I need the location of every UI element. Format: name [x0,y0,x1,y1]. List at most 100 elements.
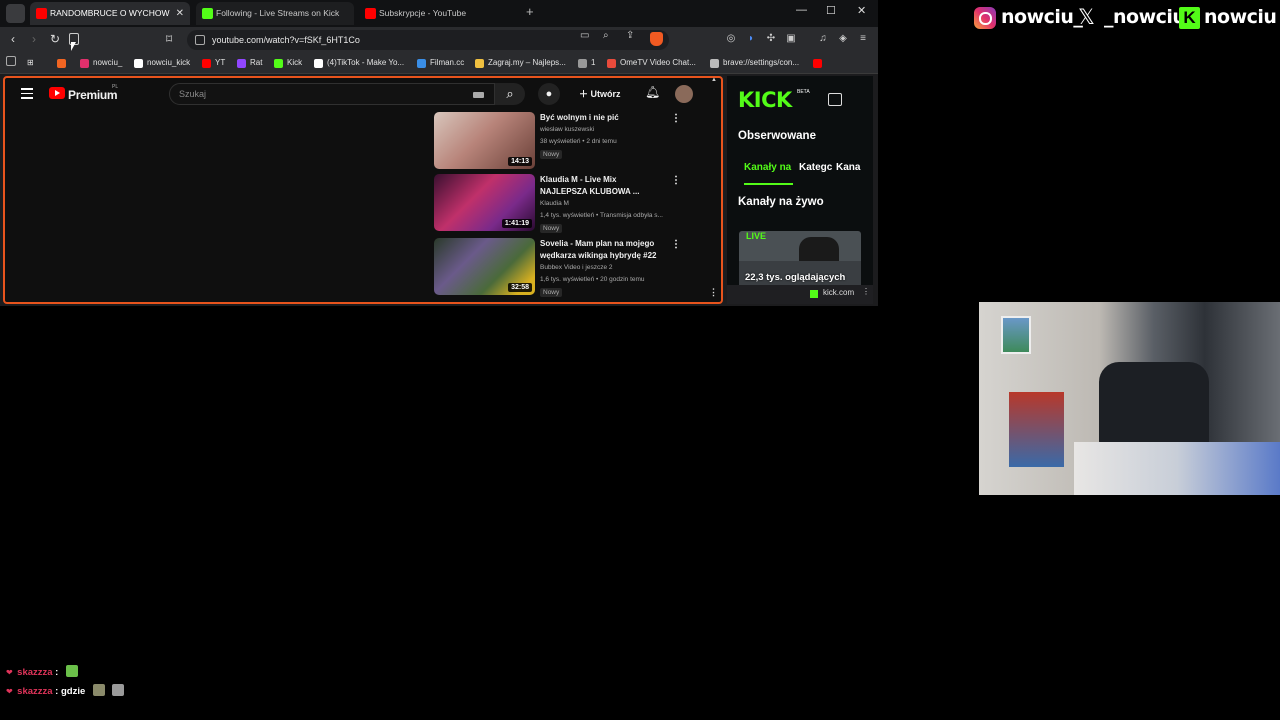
youtube-logo-icon[interactable] [49,87,65,99]
extensions-icon[interactable]: ✣ [765,33,777,45]
microphone-icon[interactable]: ● [538,83,560,105]
bookmark-item[interactable]: Kick [274,56,302,70]
cast-icon[interactable]: ▭ [580,30,589,41]
share-icon[interactable]: ⇪ [626,30,634,41]
emote-icon [92,683,105,696]
youtube-brand[interactable]: Premium [68,88,118,102]
video-thumbnail[interactable]: 32:58 [434,238,535,295]
more-options-icon[interactable]: ⋮ [671,113,681,124]
close-tab-icon[interactable]: ✕ [176,2,184,25]
bookmark-item[interactable]: Zagraj.my – Najleps... [475,56,566,70]
browser-window: RANDOMBRUCE O WYCHOW ✕ Following - Live … [0,0,878,306]
tab-categories[interactable]: Kategc [799,162,832,173]
keyboard-icon[interactable] [473,92,484,98]
tab-youtube-subscriptions[interactable]: Subskrypcje - YouTube [359,2,517,25]
bookmark-item[interactable]: OmeTV Video Chat... [607,56,696,70]
panel-footer: kick.com ⋮ [727,285,873,304]
heart-icon: ❤ [6,687,13,696]
sidebar-more-icon[interactable]: ⋮ [709,287,718,298]
tab-live-channels[interactable]: Kanały na [744,162,791,173]
tab-youtube-video[interactable]: RANDOMBRUCE O WYCHOW ✕ [30,2,190,25]
brave-shields-icon[interactable] [650,32,663,46]
youtube-icon [365,8,376,19]
media-icon[interactable]: ♫ [817,33,829,45]
video-thumbnail[interactable]: 1:41:19 [434,174,535,231]
bookmark-item[interactable]: 1 [578,56,595,70]
kick-small-icon [810,290,818,298]
bookmarks-sidebar-icon[interactable] [6,56,16,71]
video-item[interactable]: 1:41:19 Klaudia M - Live Mix NAJLEPSZA K… [434,174,704,233]
create-button[interactable]: ＋ Utwórz [579,87,621,100]
bookmarks-bar: ⊞ nowciu_ nowciu_kick YT Rat Kick (4)Tik… [0,53,878,74]
youtube-audio-icon [36,8,47,19]
emote-icon [65,664,78,677]
live-stream-card[interactable]: LIVE 22,3 tys. oglądających [739,231,861,293]
vpn-icon[interactable]: ◈ [837,33,849,45]
live-channels-heading: Kanały na żywo [738,196,824,208]
scroll-up-icon[interactable]: ▲ [711,77,717,83]
active-tab-indicator [744,183,793,185]
stream-canvas: RANDOMBRUCE O WYCHOW ✕ Following - Live … [0,0,1280,720]
tab-kick-following[interactable]: Following - Live Streams on Kick [196,2,354,25]
menu-icon[interactable]: ≡ [857,33,869,45]
youtube-page: Premium PL Szukaj ⌕ ● ＋ Utwórz 🔔︎ 14:13 … [3,76,723,304]
kick-logo[interactable]: KICK [738,88,792,112]
search-input[interactable]: Szukaj [169,83,495,105]
forward-icon[interactable]: › [32,32,36,46]
x-handle: _nowciu [1104,6,1186,28]
search-button[interactable]: ⌕ [495,83,525,105]
more-options-icon[interactable]: ⋮ [671,239,681,250]
webcam-feed [979,302,1280,495]
chat-message: ❤ skazzza : [6,662,78,680]
tab-bar: RANDOMBRUCE O WYCHOW ✕ Following - Live … [0,0,878,27]
heart-icon: ❤ [6,668,13,677]
bookmark-item[interactable]: nowciu_kick [134,56,190,70]
bookmark-icon[interactable]: ⌑ [166,32,172,46]
kick-sidebar-panel: KICK BETA Obserwowane Kanały na Kategc K… [727,76,873,304]
emote-icon [112,683,125,696]
more-options-icon[interactable]: ⋮ [862,287,870,296]
minimize-button[interactable]: — [796,4,807,16]
toolbar: ‹ › ↻ ⌑ youtube.com/watch?v=fSKf_6HT1Co … [0,27,878,53]
audio-extension-icon[interactable]: ◗ [745,33,757,45]
video-item[interactable]: 32:58 Sovelia - Mam plan na mojego wędka… [434,238,704,297]
kick-icon [202,8,213,19]
tab-channels[interactable]: Kana [836,162,860,173]
region-code: PL [112,84,119,90]
kick-logo-icon: K [1179,7,1200,29]
mouse-cursor [71,42,76,51]
bookmark-item[interactable]: nowciu_ [80,56,122,70]
address-bar[interactable]: youtube.com/watch?v=fSKf_6HT1Co [187,30,669,50]
bookmark-item[interactable]: (4)TikTok - Make Yo... [314,56,404,70]
hamburger-menu-icon[interactable] [21,88,33,102]
live-badge: LIVE [746,231,767,241]
video-thumbnail[interactable]: 14:13 [434,112,535,169]
back-icon[interactable]: ‹ [11,32,15,46]
wallet-icon[interactable]: ▣ [785,33,797,45]
collapse-panel-icon[interactable] [828,93,842,106]
instagram-icon [974,7,996,29]
new-tab-button[interactable]: + [526,4,534,19]
notifications-bell-icon[interactable]: 🔔︎ [645,85,660,99]
apps-grid-icon[interactable]: ⊞ [27,56,34,70]
bookmark-item[interactable]: YT [202,56,225,70]
tab-overview-button[interactable] [6,4,25,23]
bookmark-item[interactable]: Filman.cc [417,56,464,70]
maximize-button[interactable]: ☐ [826,4,836,17]
video-item[interactable]: 14:13 Być wolnym i nie pić wiesław kusze… [434,112,704,170]
more-options-icon[interactable]: ⋮ [671,175,681,186]
viewer-count: 22,3 tys. oglądających [745,272,846,283]
kick-handle: nowciu [1204,6,1277,28]
x-logo-icon: 𝕏 [1078,5,1095,29]
instagram-handle: nowciu_ [1001,6,1083,28]
zoom-icon[interactable]: ⌕ [603,30,609,41]
following-heading: Obserwowane [738,130,816,142]
glasses-extension-icon[interactable]: ◎ [725,33,737,45]
reload-icon[interactable]: ↻ [50,32,60,46]
site-info-icon[interactable] [195,35,205,45]
close-window-button[interactable]: ✕ [857,4,866,17]
bookmark-item[interactable]: brave://settings/con... [710,56,799,70]
avatar[interactable] [675,85,693,103]
bookmark-item[interactable]: Rat [237,56,262,70]
chat-message: ❤ skazzza : gdzie [6,681,125,699]
